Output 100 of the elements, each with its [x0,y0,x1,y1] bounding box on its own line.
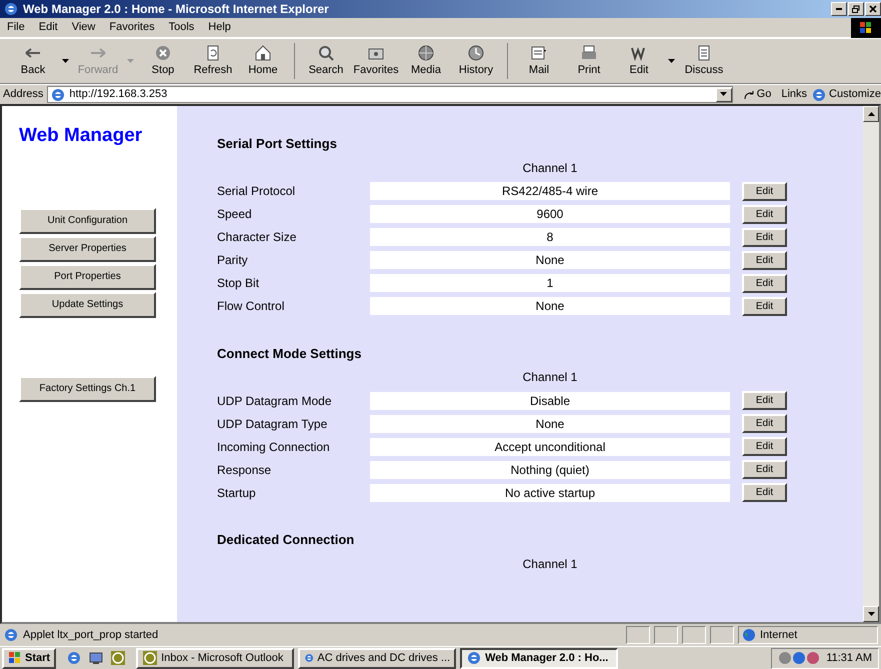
setting-value: Accept unconditional [370,438,730,456]
edit-button[interactable]: Edit [742,483,787,502]
dropdown-button[interactable] [716,88,732,102]
status-pane [626,626,650,644]
setting-label: Startup [217,484,257,502]
section-title: Serial Port Settings [217,135,338,153]
menu-item[interactable]: Help [201,19,238,36]
minimize-icon [836,8,842,10]
edit-button[interactable]: Edit [742,204,787,224]
toolbar-button[interactable]: Mail [514,44,564,78]
setting-value: 9600 [370,205,730,223]
section-title: Dedicated Connection [217,531,356,549]
setting-value: Disable [370,392,730,410]
toolbar-button[interactable]: Home [238,44,288,78]
setting-label: Speed [217,206,253,223]
menu-item[interactable]: Tools [162,19,202,36]
desktop-icon [88,650,104,666]
section-title: Connect Mode Settings [217,344,362,363]
factory-settings-button[interactable]: Factory Settings Ch.1 [19,376,156,402]
menu-item[interactable]: Favorites [102,19,162,36]
toolbar-button[interactable]: Edit [614,44,664,78]
toolbar-button[interactable]: Refresh [188,44,238,78]
nav-button[interactable]: Port Properties [19,264,156,290]
taskbar-button[interactable]: Web Manager 2.0 : Ho... [460,648,618,668]
minimize-button[interactable] [831,2,847,16]
browser-icon [466,650,482,666]
caret-icon [720,92,728,96]
toolbar-button[interactable]: Print [564,44,614,78]
globe-icon [417,44,435,62]
taskbar-button[interactable]: Inbox - Microsoft Outlook [136,648,294,668]
browser-icon [3,1,19,17]
setting-label: Flow Control [217,298,286,315]
menu-item[interactable]: View [64,19,102,36]
start-button[interactable]: Start [2,648,56,668]
setting-label: Serial Protocol [217,183,296,200]
setting-value: RS422/485-4 wire [370,182,730,200]
toolbar-button[interactable]: Favorites [351,44,401,78]
toolbar-button[interactable]: Back [8,44,58,78]
edit-button[interactable]: Edit [742,228,787,246]
nav-button[interactable]: Update Settings [19,292,156,318]
stop-icon [154,44,172,62]
setting-value: None [370,414,730,432]
home-icon [254,44,272,62]
status-pane [710,626,734,644]
address-label: Address [3,87,44,102]
toolbar-button[interactable]: History [451,44,501,78]
edit-button[interactable]: Edit [742,414,787,433]
page-icon [811,86,828,102]
page-icon [3,627,19,643]
setting-value: None [370,297,730,315]
setting-value: No active startup [370,484,730,502]
edit-button[interactable]: Edit [742,391,787,410]
status-message: Applet ltx_port_prop started [23,628,160,643]
edit-button[interactable]: Edit [742,250,787,270]
setting-value: None [370,251,730,269]
menu-item[interactable]: Edit [32,19,65,36]
edit-button[interactable]: Edit [742,296,787,316]
setting-label: Parity [217,252,249,269]
menu-item[interactable]: File [0,19,32,36]
restore-icon [852,4,860,13]
setting-label: Character Size [217,229,298,246]
go-button[interactable]: Go [742,86,772,103]
toolbar-button[interactable]: Discuss [679,44,729,78]
edit-button[interactable]: Edit [742,437,787,456]
clock-label: 11:31 AM [826,650,872,666]
nav-button[interactable]: Server Properties [19,236,156,262]
setting-value: Nothing (quiet) [370,460,730,478]
links-label: Links [781,87,808,102]
browser-icon [66,650,82,666]
setting-label: Stop Bit [217,275,260,292]
arrow-icon [742,88,755,100]
page-icon [50,86,66,102]
close-button[interactable] [865,2,881,16]
brand-title: Web Manager [19,124,144,148]
taskbar-button[interactable]: AC drives and DC drives ... [298,648,456,668]
address-field[interactable]: http://192.168.3.253 [47,86,733,103]
toolbar-button[interactable]: Search [301,44,351,78]
maximize-button[interactable] [848,2,864,16]
channel-label: Channel 1 [522,369,578,386]
windows-logo-icon [8,652,22,664]
toolbar-button[interactable]: Stop [138,44,188,78]
globe-icon [742,628,756,642]
window-title: Web Manager 2.0 : Home - Microsoft Internet Explorer [23,1,329,18]
setting-label: UDP Datagram Mode [217,392,332,410]
setting-label: Incoming Connection [217,438,331,456]
edit-button[interactable]: Edit [742,460,787,479]
down-arrow-icon [868,612,874,616]
status-pane [654,626,678,644]
toolbar-button[interactable]: Media [401,44,451,78]
customize-link[interactable]: Customize [811,86,881,103]
mail-icon [530,44,548,62]
setting-label: Response [217,462,272,478]
zone-label: Internet [760,628,798,643]
edit-button[interactable]: Edit [742,182,787,200]
channel-label: Channel 1 [522,556,578,572]
scrollbar[interactable] [863,106,879,622]
status-pane [682,626,706,644]
printer-icon [580,44,598,62]
nav-button[interactable]: Unit Configuration [19,208,156,234]
edit-button[interactable]: Edit [742,274,787,292]
